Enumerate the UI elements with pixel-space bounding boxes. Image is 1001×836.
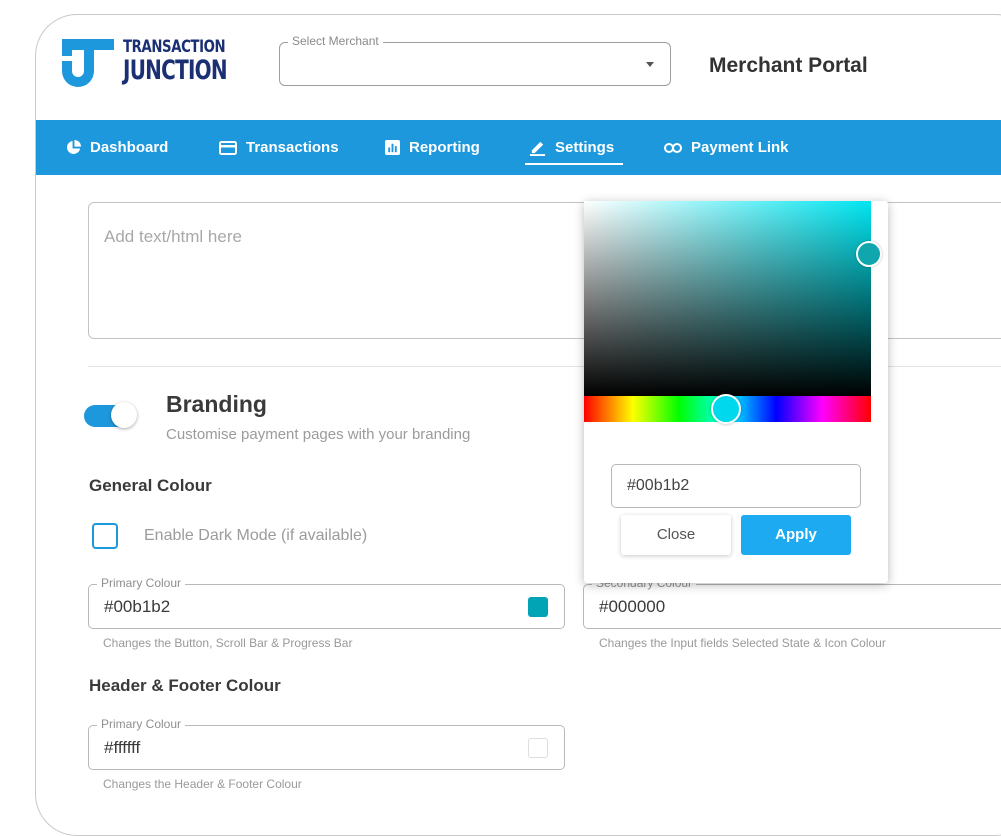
editor-placeholder: Add text/html here bbox=[104, 227, 242, 246]
chevron-down-icon bbox=[646, 62, 654, 67]
pencil-icon bbox=[529, 141, 546, 156]
hex-color-input[interactable]: #00b1b2 bbox=[611, 464, 861, 508]
primary-colour-swatch[interactable] bbox=[528, 597, 548, 617]
apply-button[interactable]: Apply bbox=[741, 515, 851, 555]
nav-item-label: Payment Link bbox=[691, 139, 789, 156]
toggle-knob bbox=[111, 402, 137, 428]
pie-chart-icon bbox=[67, 140, 81, 154]
dark-mode-checkbox[interactable] bbox=[92, 523, 118, 549]
header-footer-primary-colour-field[interactable]: Primary Colour #ffffff bbox=[88, 717, 565, 770]
logo-text-line1: TRANSACTION bbox=[123, 37, 226, 57]
nav-item-payment-link[interactable]: Payment Link bbox=[664, 120, 789, 175]
logo-text-line2: JUNCTION bbox=[123, 55, 228, 86]
nav-item-label: Settings bbox=[555, 139, 615, 156]
main-nav: Dashboard Transactions Reporting Setting… bbox=[36, 120, 1001, 175]
nav-item-dashboard[interactable]: Dashboard bbox=[66, 120, 168, 175]
nav-item-reporting[interactable]: Reporting bbox=[385, 120, 480, 175]
color-picker-popup: #00b1b2 Close Apply bbox=[584, 201, 888, 583]
nav-item-label: Reporting bbox=[409, 139, 480, 156]
merchant-select[interactable]: Select Merchant bbox=[279, 34, 671, 86]
link-icon bbox=[664, 142, 682, 153]
branding-title: Branding bbox=[166, 391, 267, 417]
active-tab-indicator bbox=[525, 163, 623, 165]
app-window: TRANSACTION JUNCTION Select Merchant Mer… bbox=[35, 14, 1001, 836]
header-footer-primary-value: #ffffff bbox=[104, 738, 141, 757]
secondary-colour-field[interactable]: Secondary Colour #000000 bbox=[583, 576, 1001, 629]
primary-colour-label: Primary Colour bbox=[97, 576, 186, 590]
hue-handle[interactable] bbox=[711, 394, 741, 424]
nav-item-transactions[interactable]: Transactions bbox=[219, 120, 339, 175]
branding-subtitle: Customise payment pages with your brandi… bbox=[166, 426, 471, 443]
secondary-colour-value: #000000 bbox=[599, 597, 666, 616]
bar-chart-icon bbox=[385, 140, 400, 155]
secondary-colour-helper: Changes the Input fields Selected State … bbox=[599, 636, 886, 650]
general-colour-heading: General Colour bbox=[89, 476, 212, 495]
close-button[interactable]: Close bbox=[621, 515, 731, 555]
saturation-handle[interactable] bbox=[856, 241, 882, 267]
page-title: Merchant Portal bbox=[709, 54, 868, 77]
nav-item-settings[interactable]: Settings bbox=[529, 120, 614, 175]
nav-item-label: Dashboard bbox=[90, 139, 169, 156]
header-footer-colour-heading: Header & Footer Colour bbox=[89, 676, 281, 695]
primary-colour-value: #00b1b2 bbox=[104, 597, 171, 616]
logo-mark-icon bbox=[62, 39, 114, 87]
header-footer-primary-label: Primary Colour bbox=[97, 717, 186, 731]
dark-mode-label: Enable Dark Mode (if available) bbox=[144, 527, 368, 544]
saturation-value-area[interactable] bbox=[584, 201, 871, 396]
primary-colour-helper: Changes the Button, Scroll Bar & Progres… bbox=[103, 636, 353, 650]
nav-item-label: Transactions bbox=[246, 139, 339, 156]
header-footer-colour-swatch[interactable] bbox=[528, 738, 548, 758]
branding-toggle[interactable] bbox=[84, 401, 140, 431]
credit-card-icon bbox=[219, 140, 237, 155]
header-footer-colour-helper: Changes the Header & Footer Colour bbox=[103, 777, 302, 791]
merchant-select-label: Select Merchant bbox=[288, 34, 383, 48]
primary-colour-field[interactable]: Primary Colour #00b1b2 bbox=[88, 576, 565, 629]
